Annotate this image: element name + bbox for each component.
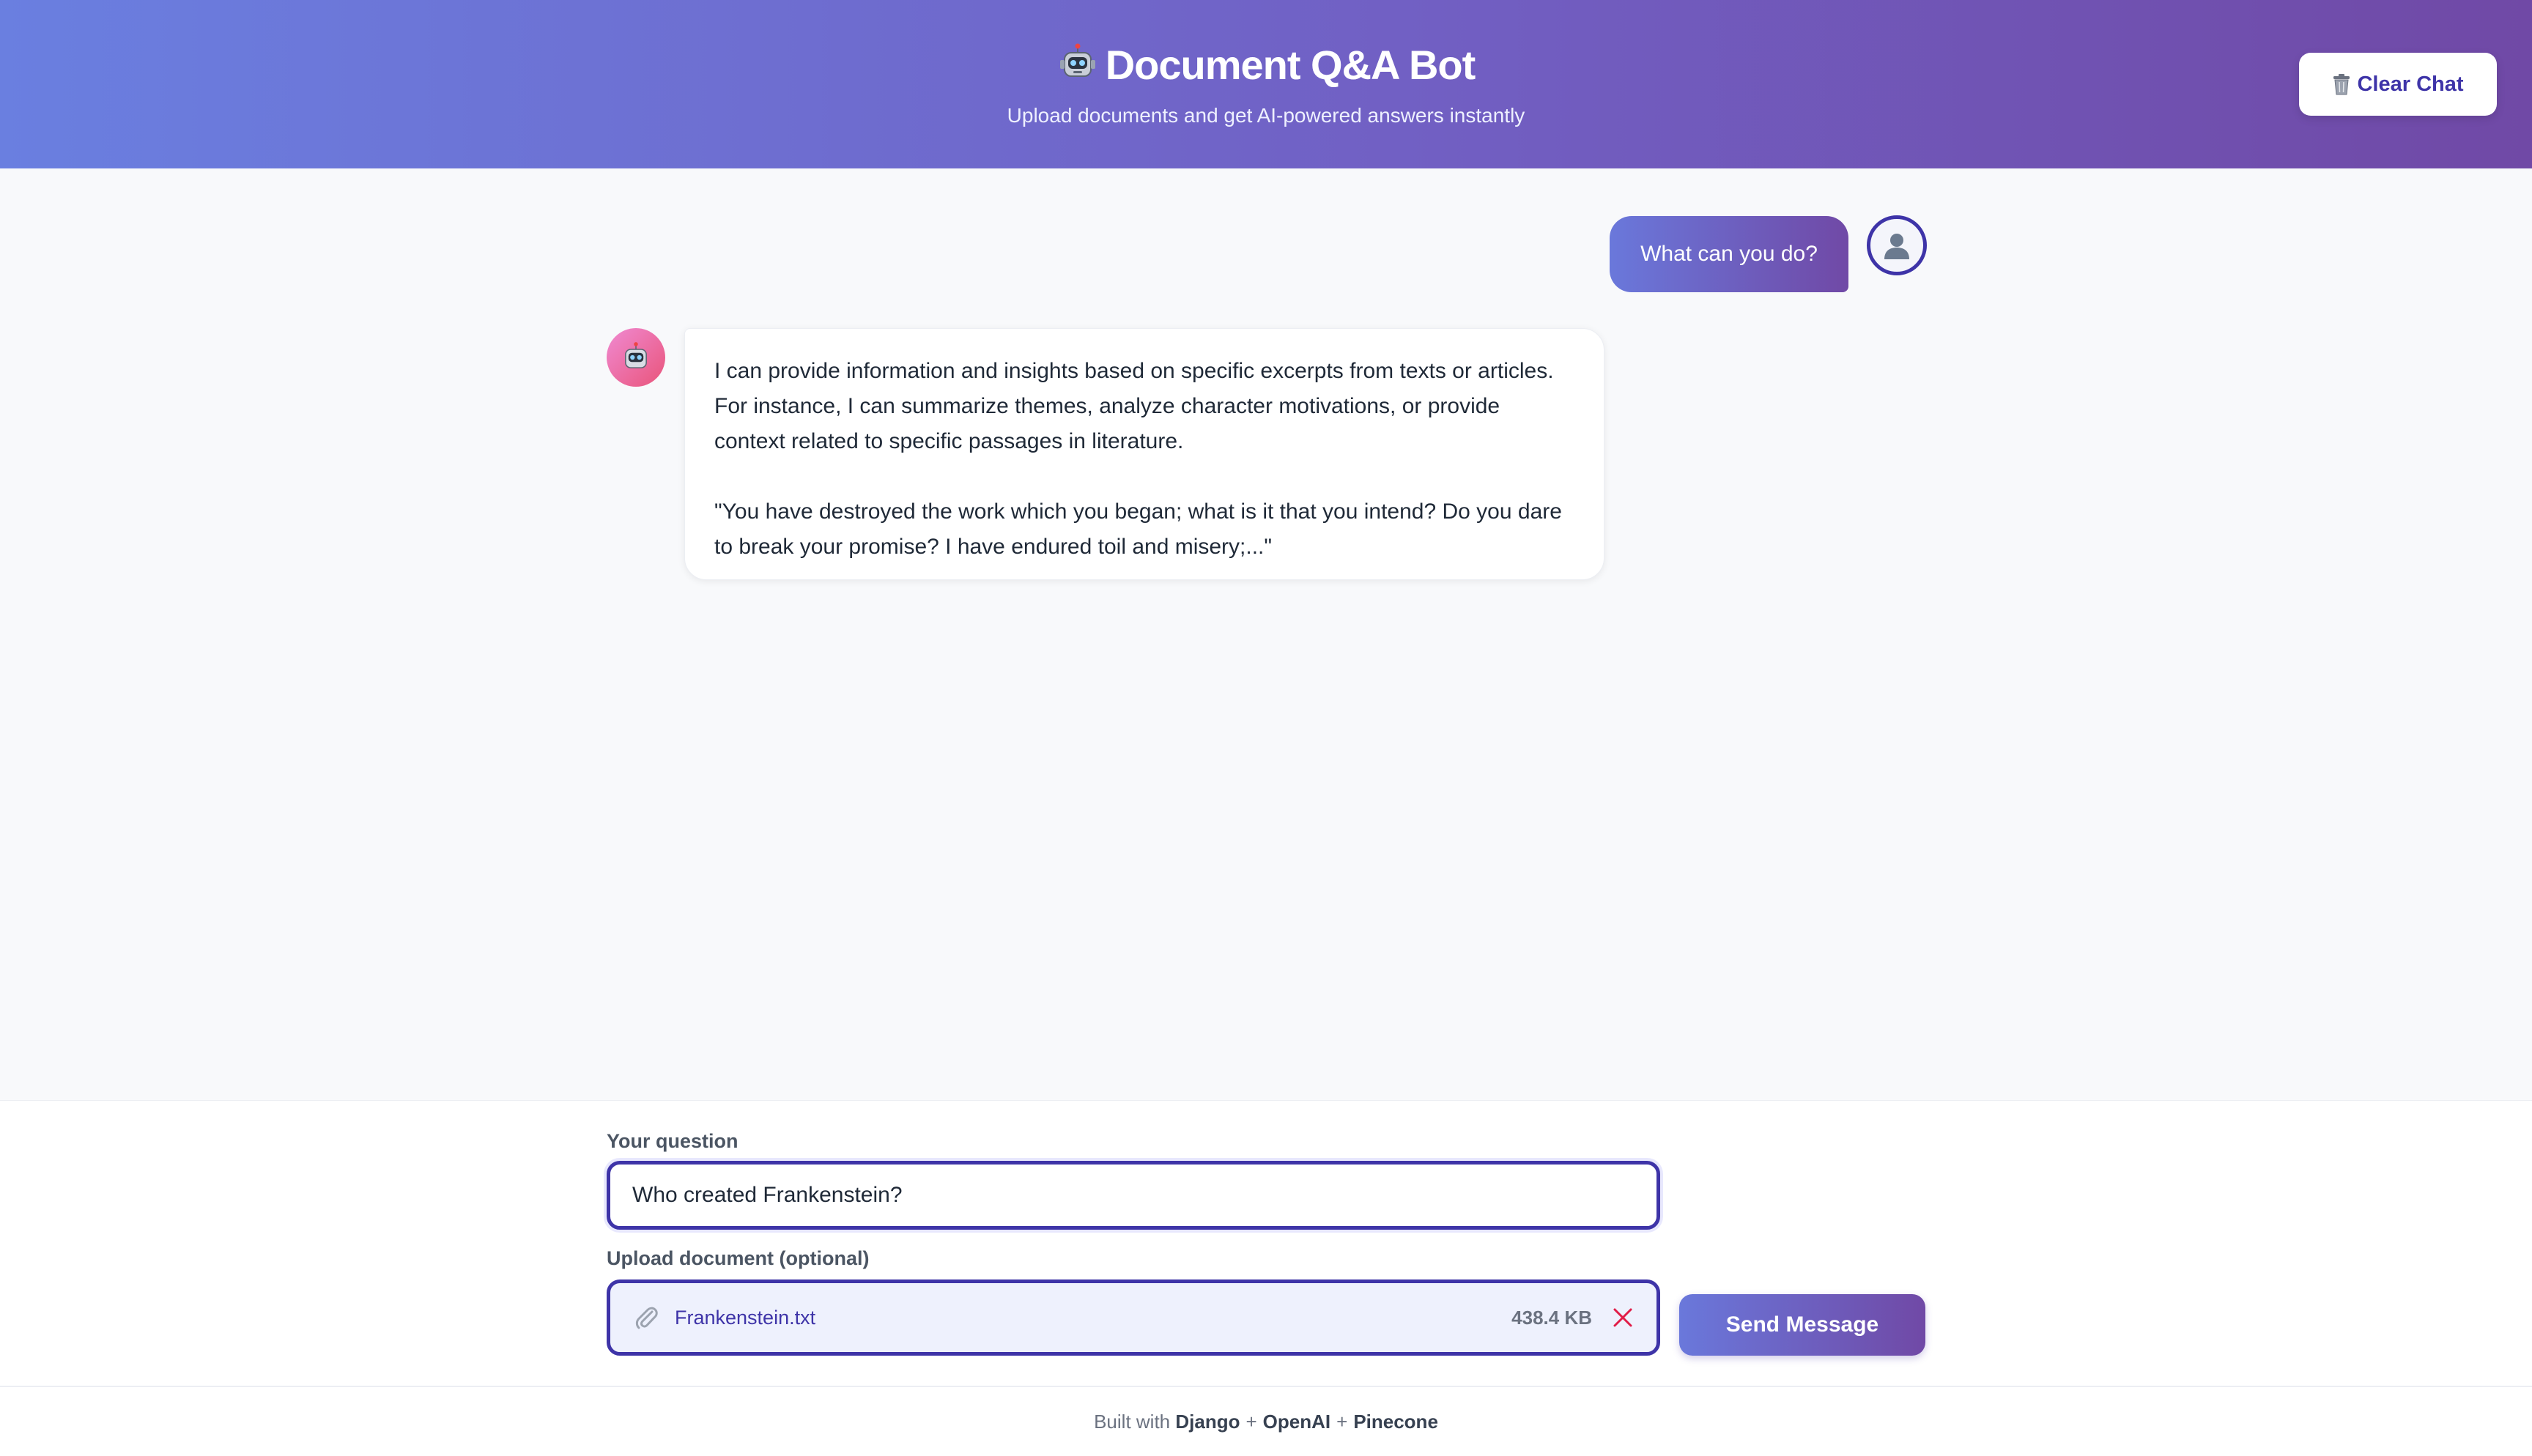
footer-tech-openai: OpenAI	[1262, 1410, 1331, 1433]
footer-tech-pinecone: Pinecone	[1353, 1410, 1438, 1433]
footer-separator: +	[1336, 1410, 1348, 1433]
message-form: Your question Upload document (optional)…	[0, 1100, 2532, 1386]
close-icon[interactable]	[1611, 1306, 1635, 1329]
page-subtitle: Upload documents and get AI-powered answ…	[1007, 104, 1525, 127]
chat-area[interactable]: What can you do? I can provide informati…	[0, 168, 2532, 1100]
user-message: What can you do?	[1610, 216, 1848, 292]
clear-chat-button[interactable]: Clear Chat	[2299, 53, 2497, 116]
question-input[interactable]	[607, 1161, 1660, 1230]
uploaded-file-name[interactable]: Frankenstein.txt	[675, 1307, 1511, 1329]
page-title: Document Q&A Bot	[1105, 42, 1476, 88]
bot-avatar	[607, 328, 665, 387]
footer-separator: +	[1245, 1410, 1257, 1433]
footer-prefix: Built with	[1094, 1410, 1171, 1433]
page-title-row: Document Q&A Bot	[0, 41, 2532, 89]
upload-label: Upload document (optional)	[607, 1247, 870, 1269]
question-label: Your question	[607, 1130, 738, 1152]
footer: Built with Django + OpenAI + Pinecone	[0, 1386, 2532, 1456]
paperclip-icon	[635, 1307, 658, 1329]
user-icon	[1884, 234, 1909, 259]
robot-icon	[1059, 43, 1095, 77]
app-header: Document Q&A Bot Upload documents and ge…	[0, 0, 2532, 168]
send-message-button[interactable]: Send Message	[1679, 1294, 1925, 1356]
bot-message-quote: "You have destroyed the work which you b…	[714, 499, 1562, 559]
trash-icon	[2333, 74, 2350, 95]
uploaded-file-size: 438.4 KB	[1511, 1306, 1592, 1329]
bot-message: I can provide information and insights b…	[684, 328, 1604, 580]
clear-chat-label: Clear Chat	[2357, 72, 2464, 96]
robot-icon	[625, 342, 647, 368]
bot-message-paragraph: I can provide information and insights b…	[714, 359, 1554, 453]
footer-tech-django: Django	[1175, 1410, 1240, 1433]
file-upload-field[interactable]: Frankenstein.txt 438.4 KB	[607, 1279, 1660, 1356]
user-avatar	[1867, 215, 1927, 275]
